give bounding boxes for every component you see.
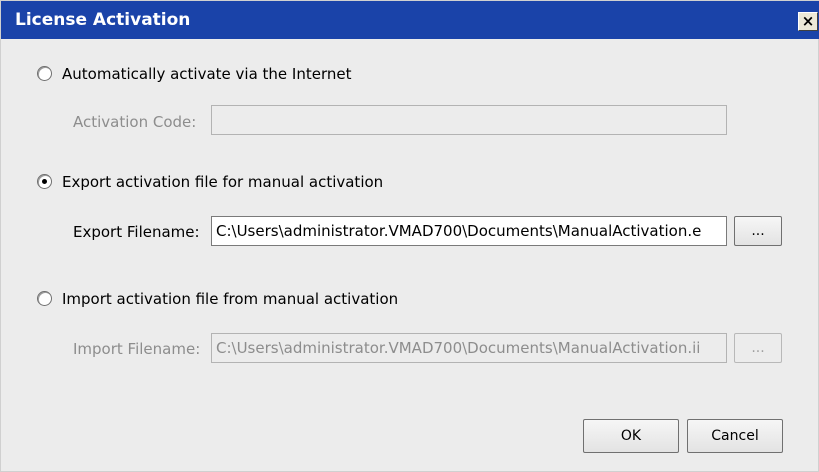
dialog-title: License Activation — [15, 10, 191, 30]
export-filename-input[interactable]: C:\Users\administrator.VMAD700\Documents… — [211, 216, 727, 246]
cancel-button[interactable]: Cancel — [687, 419, 783, 453]
import-filename-label: Import Filename: — [73, 340, 201, 358]
import-file-radio[interactable] — [37, 291, 52, 306]
license-activation-dialog: License Activation × Automatically activ… — [0, 0, 819, 472]
export-file-label: Export activation file for manual activa… — [62, 173, 384, 191]
close-icon: × — [801, 12, 815, 30]
import-file-label: Import activation file from manual activ… — [62, 290, 399, 308]
title-bar[interactable]: License Activation × — [1, 1, 819, 39]
auto-activate-radio[interactable] — [37, 66, 52, 81]
activation-code-input[interactable] — [211, 105, 727, 135]
export-file-radio[interactable] — [37, 174, 52, 189]
import-browse-button[interactable]: ... — [734, 333, 782, 363]
activation-code-label: Activation Code: — [73, 113, 197, 131]
close-button[interactable]: × — [798, 12, 818, 31]
export-filename-label: Export Filename: — [73, 223, 200, 241]
ok-button[interactable]: OK — [583, 419, 679, 453]
import-filename-input[interactable]: C:\Users\administrator.VMAD700\Documents… — [211, 333, 727, 363]
auto-activate-label: Automatically activate via the Internet — [62, 65, 352, 83]
export-browse-button[interactable]: ... — [734, 216, 782, 246]
